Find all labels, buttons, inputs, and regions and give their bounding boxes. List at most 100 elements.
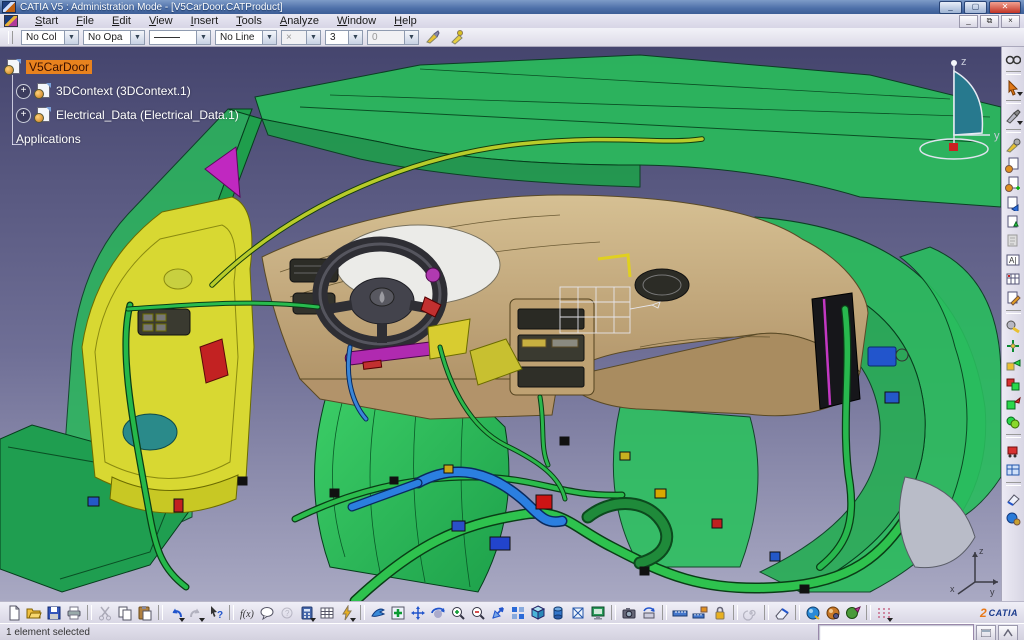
render-sphere-blue-icon[interactable] xyxy=(803,603,823,622)
ruler-icon[interactable] xyxy=(670,603,690,622)
multi-view-icon[interactable] xyxy=(508,603,528,622)
part-gear-plus-icon[interactable] xyxy=(1004,174,1023,193)
brush-knife-icon[interactable] xyxy=(1004,107,1023,126)
paste-icon[interactable] xyxy=(135,603,155,622)
eraser-icon[interactable] xyxy=(772,603,792,622)
yellow-cube-arrow-icon[interactable] xyxy=(1004,355,1023,374)
document-star-icon[interactable] xyxy=(1004,212,1023,231)
cut-icon[interactable] xyxy=(95,603,115,622)
catalog-cart-icon[interactable] xyxy=(1004,441,1023,460)
document-pencil-icon[interactable] xyxy=(1004,288,1023,307)
3d-viewport[interactable]: z y z y x V5CarDoor + xyxy=(0,47,1001,601)
redo-icon[interactable] xyxy=(186,603,206,622)
menu-help[interactable]: Help xyxy=(385,15,426,28)
red-green-cube-icon[interactable] xyxy=(1004,374,1023,393)
power-input[interactable] xyxy=(818,624,974,640)
rule-icon[interactable]: ? xyxy=(277,603,297,622)
menu-window[interactable]: Window xyxy=(328,15,385,28)
pan-icon[interactable] xyxy=(408,603,428,622)
expand-node-icon[interactable]: + xyxy=(16,108,31,123)
blue-table-icon[interactable] xyxy=(1004,460,1023,479)
tree-node-electrical-data[interactable]: Electrical_Data (Electrical_Data.1) xyxy=(56,108,239,122)
glasses-icon[interactable] xyxy=(1004,49,1023,68)
dialog-toggle-button[interactable] xyxy=(976,625,996,640)
copy-icon[interactable] xyxy=(115,603,135,622)
tree-node-3dcontext[interactable]: 3DContext (3DContext.1) xyxy=(56,84,191,98)
comment-bubble-icon[interactable] xyxy=(257,603,277,622)
menu-file[interactable]: File xyxy=(67,15,103,28)
fit-all-icon[interactable] xyxy=(388,603,408,622)
title-bar[interactable]: CATIA V5 : Administration Mode - [V5CarD… xyxy=(0,0,1024,14)
render-sphere-orange-icon[interactable] xyxy=(823,603,843,622)
open-folder-icon[interactable] xyxy=(24,603,44,622)
iso-view-icon[interactable] xyxy=(528,603,548,622)
tree-node-v5cardoor[interactable]: V5CarDoor xyxy=(26,60,92,74)
knowledge-bolt-icon[interactable] xyxy=(337,603,357,622)
pencil-gear-icon[interactable] xyxy=(1004,136,1023,155)
new-document-icon[interactable] xyxy=(4,603,24,622)
menu-insert[interactable]: Insert xyxy=(182,15,228,28)
menu-analyze[interactable]: Analyze xyxy=(271,15,328,28)
axes-cross-icon[interactable] xyxy=(1004,336,1023,355)
toolbar-grip[interactable] xyxy=(8,31,13,44)
part-gear-icon[interactable] xyxy=(1004,155,1023,174)
print-icon[interactable] xyxy=(64,603,84,622)
grid-icon[interactable] xyxy=(874,603,894,622)
table-icon[interactable] xyxy=(1004,269,1023,288)
green-cube-arrow-icon[interactable] xyxy=(1004,393,1023,412)
mdi-restore-button[interactable]: ⧉ xyxy=(980,15,999,28)
line-weight-combo[interactable]: No Line ▼ xyxy=(215,30,277,45)
turntable-icon[interactable] xyxy=(639,603,659,622)
fly-icon[interactable] xyxy=(368,603,388,622)
line-type-combo[interactable]: ▼ xyxy=(149,30,211,45)
screen-icon[interactable] xyxy=(588,603,608,622)
frame-text-icon[interactable]: A| xyxy=(1004,250,1023,269)
fill-color-combo[interactable]: No Col ▼ xyxy=(21,30,79,45)
design-table-icon[interactable] xyxy=(317,603,337,622)
expand-node-icon[interactable]: + xyxy=(16,84,31,99)
mdi-close-button[interactable]: × xyxy=(1001,15,1020,28)
document-gray-icon[interactable] xyxy=(1004,231,1023,250)
lock-icon[interactable] xyxy=(710,603,730,622)
shaded-view-icon[interactable] xyxy=(548,603,568,622)
undo-icon[interactable] xyxy=(166,603,186,622)
zoom-in-icon[interactable] xyxy=(448,603,468,622)
eraser-knife-icon[interactable] xyxy=(1004,489,1023,508)
mdi-minimize-button[interactable]: _ xyxy=(959,15,978,28)
close-button[interactable]: ✕ xyxy=(989,1,1021,14)
properties-wizard-icon[interactable] xyxy=(447,29,467,46)
wireframe-view-icon[interactable] xyxy=(568,603,588,622)
select-arrow-icon[interactable] xyxy=(1004,78,1023,97)
document-arrow-icon[interactable] xyxy=(1004,193,1023,212)
menu-tools[interactable]: Tools xyxy=(227,15,271,28)
zoom-out-icon[interactable] xyxy=(468,603,488,622)
camera-icon[interactable] xyxy=(619,603,639,622)
point-symbol-combo[interactable]: × ▼ xyxy=(281,30,321,45)
product-icon[interactable] xyxy=(34,107,51,123)
normal-view-icon[interactable] xyxy=(488,603,508,622)
render-sphere-green-icon[interactable] xyxy=(843,603,863,622)
whats-this-help-icon[interactable]: ? xyxy=(206,603,226,622)
save-icon[interactable] xyxy=(44,603,64,622)
sphere-gear-icon[interactable] xyxy=(1004,508,1023,527)
formula-fx-icon[interactable]: f(x) xyxy=(237,603,257,622)
render-style-combo[interactable]: 3 ▼ xyxy=(325,30,363,45)
rotate-icon[interactable] xyxy=(428,603,448,622)
menu-view[interactable]: View xyxy=(140,15,182,28)
minimize-button[interactable]: _ xyxy=(939,1,962,14)
opacity-combo[interactable]: No Opa ▼ xyxy=(83,30,145,45)
bundle-icon[interactable] xyxy=(1004,412,1023,431)
swirl-icon[interactable] xyxy=(741,603,761,622)
gear-pencil-icon[interactable] xyxy=(1004,317,1023,336)
paint-properties-icon[interactable] xyxy=(423,29,443,46)
product-icon[interactable] xyxy=(4,59,21,75)
measure-item-icon[interactable] xyxy=(690,603,710,622)
maximize-button[interactable]: ▢ xyxy=(964,1,987,14)
tree-node-applications[interactable]: Applications xyxy=(16,132,81,146)
product-icon[interactable] xyxy=(34,83,51,99)
calculator-icon[interactable] xyxy=(297,603,317,622)
menu-start[interactable]: Start xyxy=(26,15,67,28)
layer-combo[interactable]: 0 ▼ xyxy=(367,30,419,45)
menu-edit[interactable]: Edit xyxy=(103,15,140,28)
expand-status-button[interactable] xyxy=(998,625,1018,640)
